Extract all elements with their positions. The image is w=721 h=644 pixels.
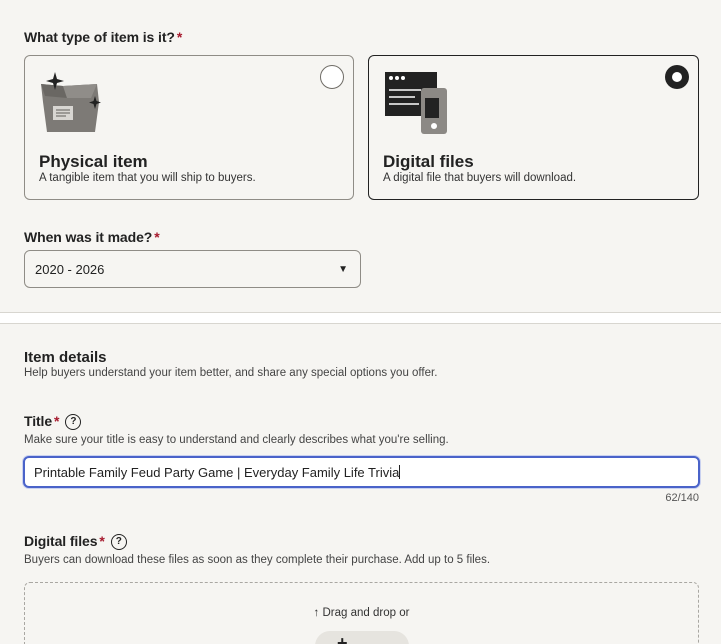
digital-files-title: Digital files [383, 152, 474, 171]
digital-files-label: Digital files *? [24, 533, 127, 551]
upload-button[interactable]: + [315, 631, 409, 644]
item-details-title: Item details [24, 349, 107, 366]
title-input-value: Printable Family Feud Party Game | Every… [34, 465, 400, 480]
title-help: Make sure your title is easy to understa… [24, 434, 449, 446]
help-circle-icon[interactable]: ? [65, 414, 82, 431]
digital-files-help: Buyers can download these files as soon … [24, 554, 491, 566]
box-icon [41, 72, 101, 132]
caret-down-icon: ▼ [338, 264, 348, 275]
item-type-label: What type of item is it? * [24, 29, 183, 45]
digital-files-icon [385, 72, 447, 134]
title-char-count: 62/140 [665, 492, 699, 504]
physical-item-description: A tangible item that you will ship to bu… [39, 172, 256, 184]
arrow-up-icon: ↑ [313, 607, 320, 619]
physical-item-radio[interactable] [320, 65, 344, 89]
physical-item-title: Physical item [39, 152, 148, 171]
digital-files-radio[interactable] [665, 65, 689, 89]
help-circle-icon[interactable]: ? [110, 534, 127, 551]
when-made-select[interactable]: 2020 - 2026 ▼ [24, 250, 361, 288]
drop-text: ↑ Drag and drop or [313, 607, 410, 619]
when-made-value: 2020 - 2026 [35, 262, 105, 277]
plus-icon: + [337, 633, 348, 644]
item-details-help: Help buyers understand your item better,… [24, 367, 438, 379]
text-cursor [399, 465, 401, 479]
title-input[interactable]: Printable Family Feud Party Game | Every… [23, 456, 700, 488]
title-label: Title *? [24, 413, 82, 431]
digital-files-description: A digital file that buyers will download… [383, 172, 577, 184]
digital-files-option[interactable]: Digital files A digital file that buyers… [368, 55, 699, 200]
file-dropzone[interactable]: ↑ Drag and drop or + [24, 582, 699, 644]
when-made-label: When was it made? * [24, 229, 160, 245]
physical-item-option[interactable]: Physical item A tangible item that you w… [24, 55, 354, 200]
